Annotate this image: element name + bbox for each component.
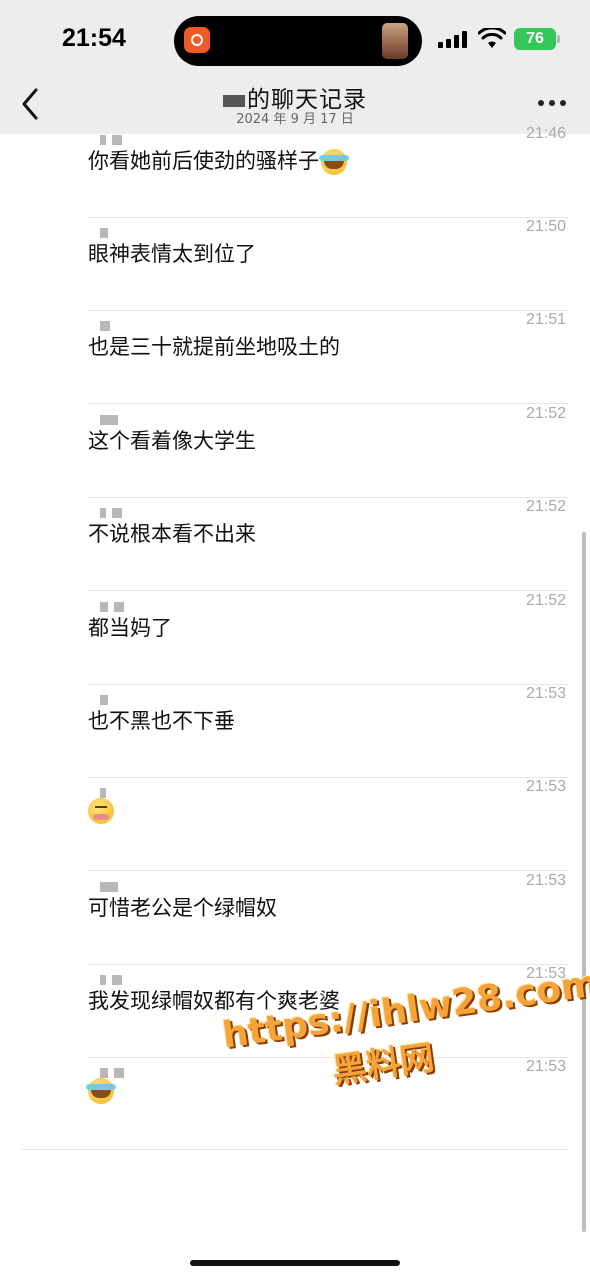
message-time: 21:51: [525, 311, 566, 328]
message-text: 这个看着像大学生: [88, 425, 256, 455]
message-time: 21:52: [525, 405, 566, 422]
live-activity-thumbnail[interactable]: [382, 23, 408, 59]
message-item[interactable]: 21:46 你看她前后使劲的骚样子: [0, 125, 590, 218]
message-item[interactable]: 21:51 也是三十就提前坐地吸土的: [0, 311, 590, 404]
message-divider: [88, 590, 568, 591]
message-text-content: 不说根本看不出来: [88, 522, 256, 546]
message-text-content: 也不黑也不下垂: [88, 709, 235, 733]
message-text-content: 可惜老公是个绿帽奴: [88, 896, 277, 920]
message-text: [88, 798, 114, 824]
battery-icon: 76: [514, 28, 556, 50]
message-item[interactable]: 21:53 可惜老公是个绿帽奴: [0, 872, 590, 965]
message-item[interactable]: 21:53 也不黑也不下垂: [0, 685, 590, 778]
top-bar: 21:54 76 的聊天记录 2024 年 9 月 17 日: [0, 0, 590, 134]
more-dots-icon[interactable]: [538, 100, 566, 108]
battery-cap: [557, 35, 560, 43]
message-text-content: 你看她前后使劲的骚样子: [88, 149, 319, 173]
sender-avatar-redacted: [100, 783, 112, 798]
dynamic-island[interactable]: [174, 16, 422, 66]
laugh-cry-emoji-icon: [319, 149, 349, 175]
message-item[interactable]: 21:52 这个看着像大学生: [0, 405, 590, 498]
message-divider: [88, 403, 568, 404]
message-item[interactable]: 21:50 眼神表情太到位了: [0, 218, 590, 311]
message-text: 你看她前后使劲的骚样子: [88, 145, 349, 175]
message-item[interactable]: 21:52 不说根本看不出来: [0, 498, 590, 591]
message-time: 21:52: [525, 592, 566, 609]
sender-avatar-redacted: [100, 316, 116, 331]
laugh-cry-emoji-icon: [86, 1078, 116, 1104]
sender-avatar-redacted: [100, 130, 128, 145]
sender-avatar-redacted: [100, 690, 114, 705]
message-text: 不说根本看不出来: [88, 518, 256, 548]
message-time: 21:52: [525, 498, 566, 515]
message-text-content: 都当妈了: [88, 616, 172, 640]
message-text-content: 也是三十就提前坐地吸土的: [88, 335, 340, 359]
message-divider: [88, 870, 568, 871]
wifi-icon: [478, 28, 506, 48]
cellular-signal-icon: [438, 30, 470, 48]
status-time: 21:54: [62, 24, 126, 52]
blush-emoji-icon: [88, 798, 114, 824]
sender-avatar-redacted: [100, 503, 128, 518]
sender-avatar-redacted: [100, 877, 124, 892]
list-end-divider: [22, 1149, 568, 1150]
message-time: 21:53: [525, 872, 566, 889]
message-time: 21:46: [525, 125, 566, 142]
sender-avatar-redacted: [100, 223, 114, 238]
message-text: 眼神表情太到位了: [88, 238, 256, 268]
home-indicator[interactable]: [190, 1260, 400, 1266]
chevron-left-icon[interactable]: [16, 86, 46, 122]
live-activity-app-icon[interactable]: [184, 27, 210, 53]
message-text: [86, 1078, 116, 1104]
message-text-content: 这个看着像大学生: [88, 429, 256, 453]
sender-avatar-redacted: [100, 1063, 130, 1078]
sender-avatar-redacted: [100, 410, 124, 425]
sender-avatar-redacted: [100, 597, 130, 612]
scrollbar[interactable]: [582, 532, 586, 1232]
message-text: 也是三十就提前坐地吸土的: [88, 331, 340, 361]
message-text: 可惜老公是个绿帽奴: [88, 892, 277, 922]
message-item[interactable]: 21:53: [0, 778, 590, 871]
message-text-content: 眼神表情太到位了: [88, 242, 256, 266]
message-time: 21:53: [525, 778, 566, 795]
sender-avatar-redacted: [100, 970, 128, 985]
message-text: 也不黑也不下垂: [88, 705, 235, 735]
message-text: 都当妈了: [88, 612, 172, 642]
message-time: 21:53: [525, 685, 566, 702]
redacted-name: [223, 94, 245, 107]
message-item[interactable]: 21:52 都当妈了: [0, 592, 590, 685]
message-time: 21:50: [525, 218, 566, 235]
